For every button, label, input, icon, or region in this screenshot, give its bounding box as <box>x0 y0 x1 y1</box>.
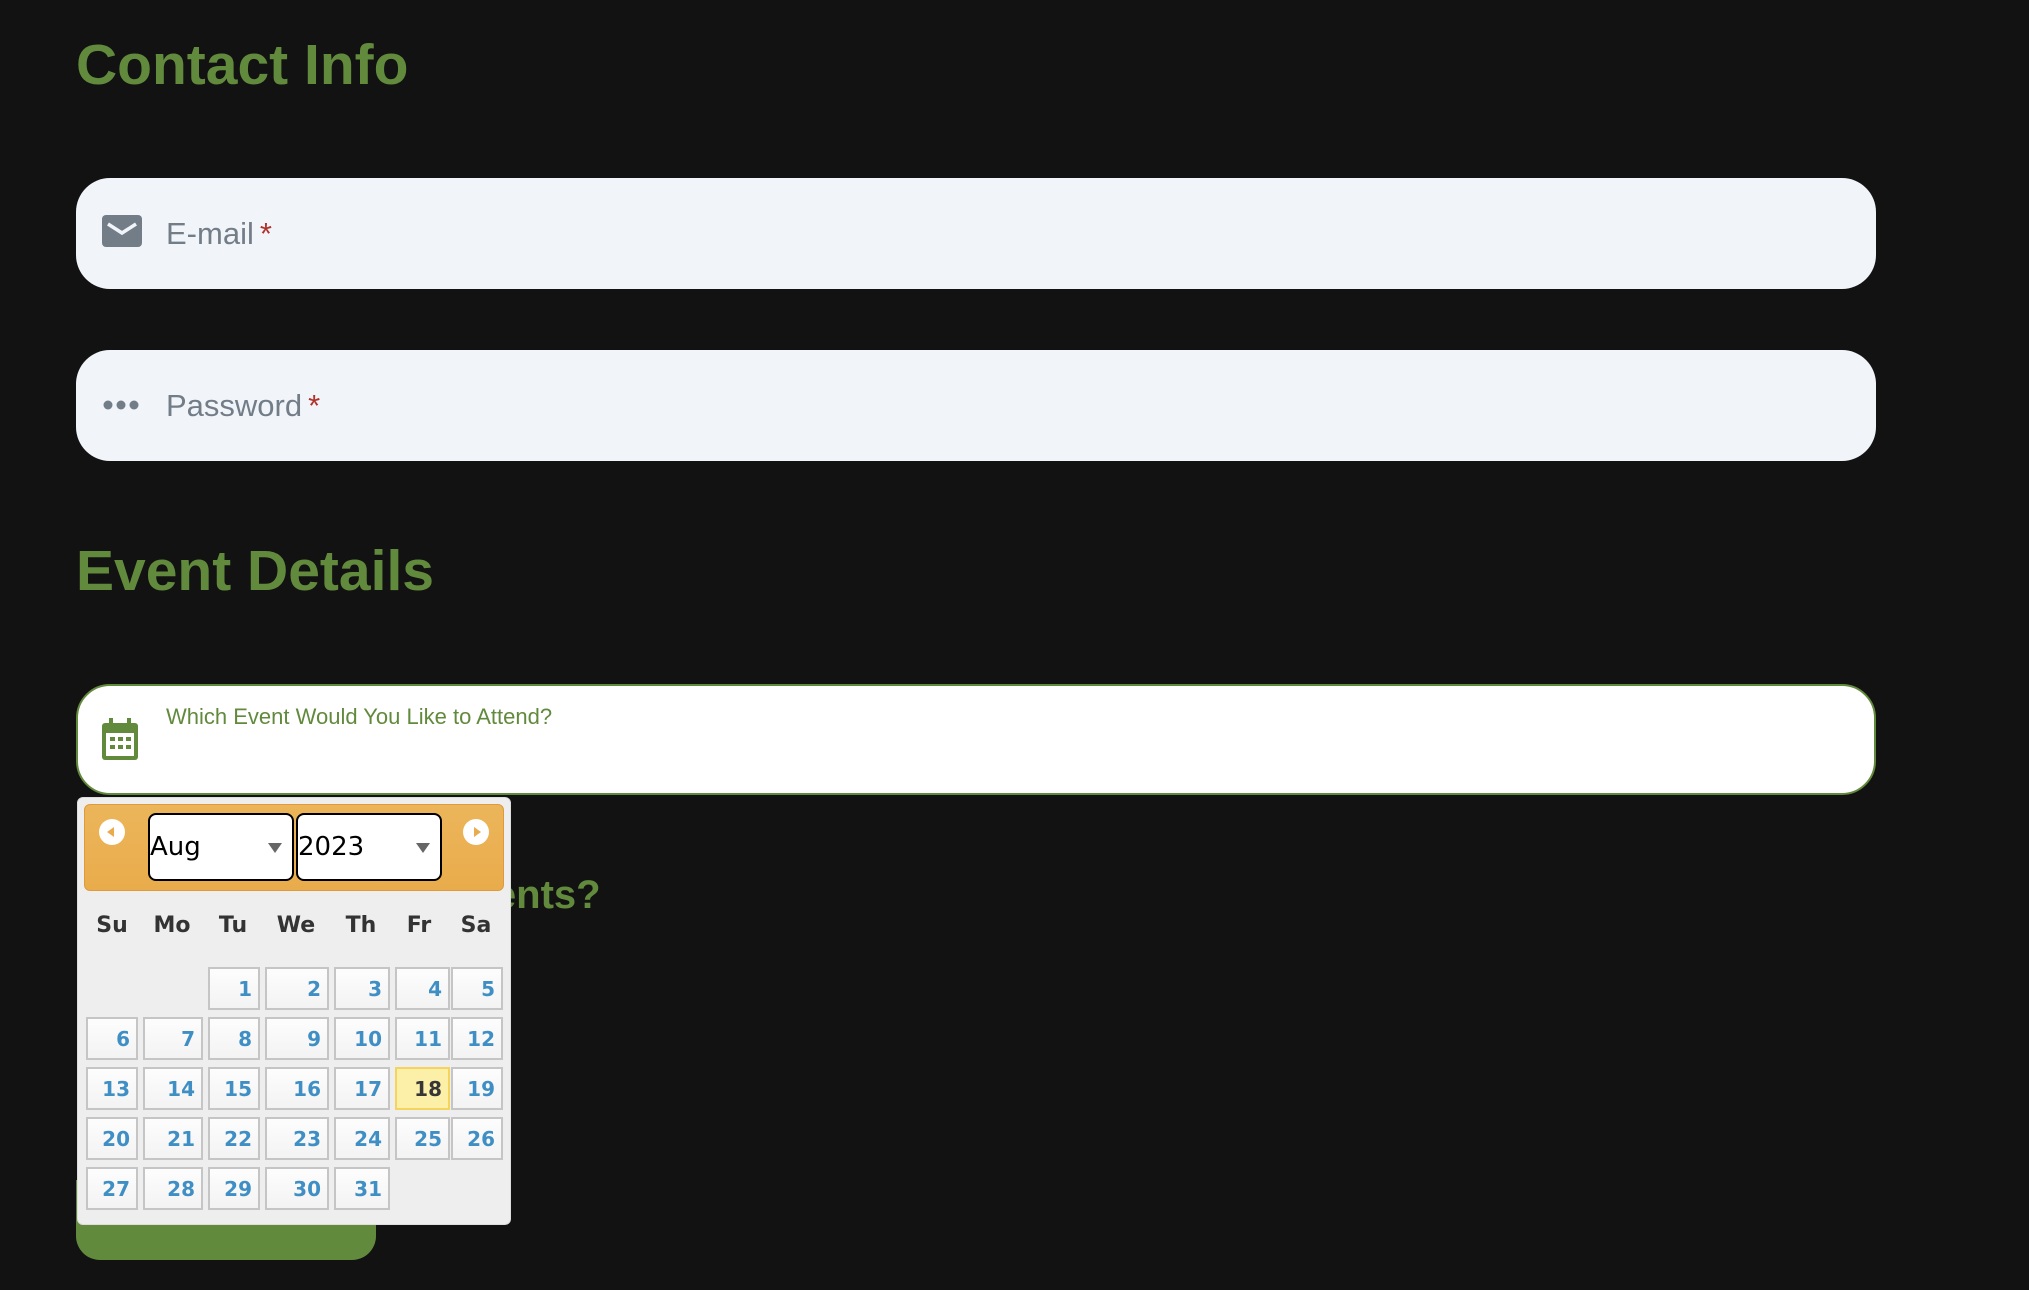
required-marker: * <box>259 216 272 251</box>
weekday-header: Mo <box>153 913 191 938</box>
calendar-day[interactable]: 23 <box>265 1117 329 1160</box>
calendar-day[interactable]: 21 <box>143 1117 203 1160</box>
calendar-day[interactable]: 7 <box>143 1017 203 1060</box>
chevron-down-icon <box>416 843 430 853</box>
weekday-header: Su <box>96 913 128 938</box>
calendar-day[interactable]: 8 <box>208 1017 260 1060</box>
calendar-day[interactable]: 29 <box>208 1167 260 1210</box>
calendar-day[interactable]: 27 <box>86 1167 138 1210</box>
calendar-day[interactable]: 13 <box>86 1067 138 1110</box>
email-field[interactable]: E-mail * <box>76 178 1876 289</box>
contact-info-heading: Contact Info <box>76 33 409 97</box>
chevron-down-icon <box>268 843 282 853</box>
weekday-header: Fr <box>406 913 432 938</box>
password-field[interactable]: Password * <box>76 350 1876 461</box>
next-month-icon[interactable] <box>463 819 489 845</box>
calendar-day[interactable]: 10 <box>334 1017 390 1060</box>
weekday-header: Th <box>345 913 377 938</box>
calendar-day[interactable]: 24 <box>334 1117 390 1160</box>
dots-icon <box>103 400 139 410</box>
weekday-header: Tu <box>218 913 248 938</box>
year-value: 2023 <box>298 832 365 862</box>
calendar-day[interactable]: 30 <box>265 1167 329 1210</box>
calendar-icon <box>102 718 138 760</box>
event-label: Which Event Would You Like to Attend? <box>166 704 553 729</box>
event-date-field[interactable]: Which Event Would You Like to Attend? <box>76 684 1876 795</box>
calendar-day[interactable]: 1 <box>208 967 260 1010</box>
month-value: Aug <box>150 832 201 862</box>
calendar-day[interactable]: 11 <box>395 1017 450 1060</box>
datepicker-popup[interactable]: Aug 2023 Su Mo Tu We Th Fr Sa 1 2 3 4 5 6 7 8 9 10 11 12 13… <box>77 797 511 1225</box>
month-select[interactable]: Aug <box>148 813 294 881</box>
calendar-day[interactable]: 2 <box>265 967 329 1010</box>
calendar-day[interactable]: 31 <box>334 1167 390 1210</box>
password-label: Password * <box>166 388 321 423</box>
calendar-day[interactable]: 17 <box>334 1067 390 1110</box>
calendar-day[interactable]: 3 <box>334 967 390 1010</box>
calendar-day[interactable]: 5 <box>451 967 503 1010</box>
year-select[interactable]: 2023 <box>296 813 442 881</box>
calendar-day[interactable]: 25 <box>395 1117 450 1160</box>
email-label: E-mail * <box>166 216 272 251</box>
event-details-heading: Event Details <box>76 539 434 603</box>
calendar-day[interactable]: 22 <box>208 1117 260 1160</box>
required-marker: * <box>308 388 321 423</box>
weekday-header: We <box>276 913 316 938</box>
weekday-header: Sa <box>460 913 492 938</box>
datepicker-header: Aug 2023 <box>84 804 504 891</box>
calendar-day[interactable]: 15 <box>208 1067 260 1110</box>
calendar-day[interactable]: 14 <box>143 1067 203 1110</box>
envelope-icon <box>102 215 142 247</box>
calendar-day[interactable]: 9 <box>265 1017 329 1060</box>
calendar-day[interactable]: 12 <box>451 1017 503 1060</box>
calendar-day[interactable]: 6 <box>86 1017 138 1060</box>
prev-month-icon[interactable] <box>99 819 125 845</box>
calendar-day[interactable]: 20 <box>86 1117 138 1160</box>
calendar-day[interactable]: 26 <box>451 1117 503 1160</box>
calendar-day-today[interactable]: 18 <box>395 1067 450 1110</box>
calendar-day[interactable]: 19 <box>451 1067 503 1110</box>
calendar-day[interactable]: 4 <box>395 967 450 1010</box>
calendar-day[interactable]: 28 <box>143 1167 203 1210</box>
calendar-day[interactable]: 16 <box>265 1067 329 1110</box>
